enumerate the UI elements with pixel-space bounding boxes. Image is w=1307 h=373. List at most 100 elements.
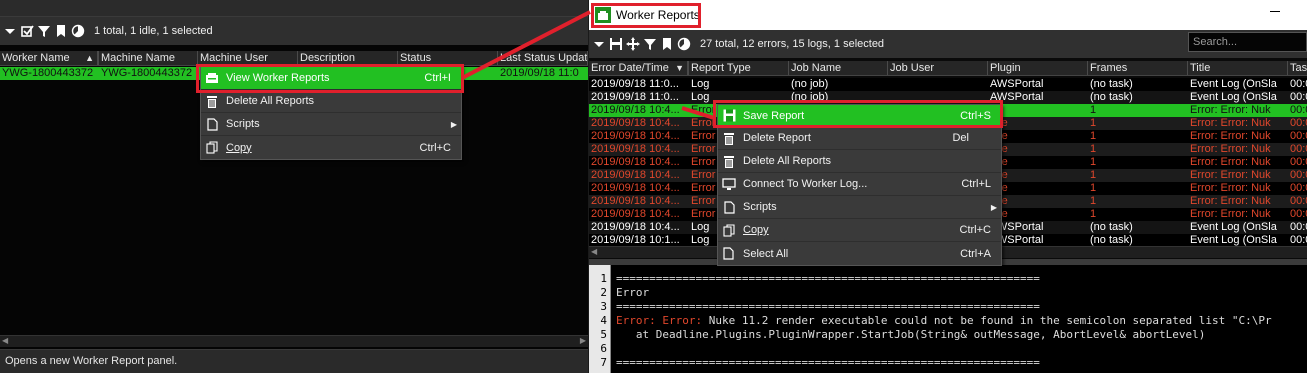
report-cell: 00:0	[1290, 156, 1307, 168]
report-log-viewer[interactable]: 1 =======================================…	[589, 265, 1307, 373]
bookmark-icon[interactable]	[660, 37, 674, 51]
checkbox-icon[interactable]	[20, 24, 34, 38]
monitor-icon	[718, 177, 740, 191]
report-cell: Error: Error: Nuk	[1190, 104, 1271, 116]
line-number: 1	[600, 272, 607, 285]
pie-chart-icon[interactable]	[71, 24, 85, 38]
filter-icon[interactable]	[37, 24, 51, 38]
menu-item-scripts[interactable]: Scripts ▶	[718, 196, 1001, 219]
scroll-right-icon[interactable]: ▶	[580, 336, 586, 345]
log-line-text: Error	[616, 286, 650, 299]
scroll-left-icon[interactable]: ◀	[591, 247, 597, 256]
document-icon	[718, 200, 740, 214]
worker-status-summary: 1 total, 1 idle, 1 selected	[94, 25, 213, 37]
report-cell: AWSPortal	[990, 221, 1044, 233]
report-cell: 2019/09/18 10:4...	[591, 169, 680, 181]
report-cell	[888, 91, 988, 104]
report-cell: Error: Error: Nuk	[1190, 195, 1271, 207]
column-header-machine-name[interactable]: Machine Name	[99, 51, 198, 65]
filter-icon[interactable]	[643, 37, 657, 51]
report-cell: 1	[1090, 195, 1097, 207]
column-header-status[interactable]: Status	[398, 51, 498, 65]
report-cell: Log	[691, 91, 710, 103]
report-cell: AWSPortal	[990, 78, 1044, 90]
report-cell: Event Log (OnSla	[1190, 221, 1277, 233]
column-header-job-user[interactable]: Job User	[888, 61, 988, 75]
column-header-job-name[interactable]: Job Name	[789, 61, 888, 75]
worker-name-cell: YWG-1800443372	[2, 67, 94, 79]
report-cell: 00:0	[1290, 78, 1307, 90]
column-header-task[interactable]: Task	[1288, 61, 1307, 75]
save-icon[interactable]	[609, 37, 623, 51]
report-row[interactable]: 2019/09/18 11:0... Log (no job) AWSPortal (n…	[589, 78, 1307, 91]
report-cell: uke	[988, 182, 1088, 195]
menu-item-delete-all-reports[interactable]: Delete All Reports	[201, 90, 461, 113]
report-cell: Event Log (OnSla	[1190, 91, 1277, 103]
report-cell: 00:0	[1290, 182, 1307, 194]
menu-item-select-all[interactable]: Select All Ctrl+A	[718, 242, 1001, 265]
app-icon	[595, 7, 611, 23]
report-cell: 2019/09/18 10:4...	[591, 221, 680, 233]
column-header-last-status-update[interactable]: Last Status Update	[498, 51, 588, 65]
report-cell: 00:0	[1290, 208, 1307, 220]
line-number: 5	[600, 328, 607, 341]
report-cell: 2019/09/18 11:0...	[591, 78, 679, 90]
worker-reports-window: Worker Reports 27 total, 12 errors, 15 l…	[588, 0, 1307, 373]
menu-item-save-report[interactable]: Save Report Ctrl+S	[718, 105, 1001, 127]
column-header-machine-user[interactable]: Machine User	[198, 51, 298, 65]
report-cell: 1	[1090, 104, 1097, 116]
report-cell: 1	[1090, 208, 1097, 220]
column-header-description[interactable]: Description	[298, 51, 398, 65]
menu-item-copy[interactable]: Copy Ctrl+C	[718, 219, 1001, 242]
report-cell: (no task)	[1090, 91, 1133, 103]
log-line: ========================================…	[616, 356, 1040, 369]
menu-item-view-worker-reports[interactable]: View Worker Reports Ctrl+I	[201, 67, 461, 90]
horizontal-scrollbar[interactable]: ◀ ▶	[0, 335, 588, 347]
report-cell: (no task)	[1090, 78, 1133, 90]
move-icon[interactable]	[626, 37, 640, 51]
report-cell: Error: Error: Nuk	[1190, 182, 1271, 194]
column-header-worker-name[interactable]: Worker Name ▲	[0, 51, 99, 65]
menu-item-scripts[interactable]: Scripts ▶	[201, 113, 461, 136]
submenu-arrow-icon: ▶	[990, 202, 997, 212]
report-cell: Error: Error: Nuk	[1190, 169, 1271, 181]
column-header-error-datetime[interactable]: Error Date/Time ▼	[589, 61, 689, 75]
report-cell: 1	[1090, 169, 1097, 181]
menu-item-connect-to-worker-log[interactable]: Connect To Worker Log... Ctrl+L	[718, 173, 1001, 196]
dropdown-arrow-icon[interactable]	[592, 37, 606, 51]
log-line-text: ========================================…	[616, 272, 1040, 285]
search-input[interactable]: Search...	[1188, 32, 1307, 52]
dropdown-arrow-icon[interactable]	[3, 24, 17, 38]
menu-item-delete-all-reports[interactable]: Delete All Reports	[718, 150, 1001, 173]
bookmark-icon[interactable]	[54, 24, 68, 38]
report-cell: 2019/09/18 10:4...	[591, 156, 680, 168]
report-cell: 2019/09/18 10:4...	[591, 208, 680, 220]
worker-context-menu: View Worker Reports Ctrl+I Delete All Re…	[200, 66, 462, 160]
log-line: ========================================…	[616, 300, 1040, 313]
report-cell: 1	[1090, 143, 1097, 155]
report-cell: 1	[1090, 130, 1097, 142]
report-cell: (no job)	[791, 78, 829, 90]
report-cell: 1	[1090, 156, 1097, 168]
column-header-title[interactable]: Title	[1188, 61, 1288, 75]
log-line-text: at Deadline.Plugins.PluginWrapper.StartJ…	[616, 328, 1206, 341]
copy-icon	[718, 223, 740, 237]
menu-item-delete-report[interactable]: Delete Report Del	[718, 127, 1001, 150]
minimize-icon[interactable]	[1270, 11, 1280, 12]
menu-item-copy[interactable]: Copy Ctrl+C	[201, 136, 461, 159]
scroll-left-icon[interactable]: ◀	[2, 336, 8, 345]
report-row[interactable]: 2019/09/18 11:0... Log (no job) AWSPortal (n…	[589, 91, 1307, 104]
pie-chart-icon[interactable]	[677, 37, 691, 51]
report-cell: (no job)	[791, 91, 829, 103]
report-cell: 00:0	[1290, 117, 1307, 129]
report-cell: uke	[988, 169, 1088, 182]
column-header-frames[interactable]: Frames	[1088, 61, 1188, 75]
log-error-prefix: Error: Error:	[616, 314, 703, 327]
column-header-report-type[interactable]: Report Type	[689, 61, 789, 75]
line-number: 4	[600, 314, 607, 327]
reports-status-summary: 27 total, 12 errors, 15 logs, 1 selected	[700, 38, 885, 50]
column-header-plugin[interactable]: Plugin	[988, 61, 1088, 75]
copy-icon	[201, 141, 223, 154]
log-line: ========================================…	[616, 272, 1040, 285]
report-cell: (no task)	[1090, 221, 1133, 233]
